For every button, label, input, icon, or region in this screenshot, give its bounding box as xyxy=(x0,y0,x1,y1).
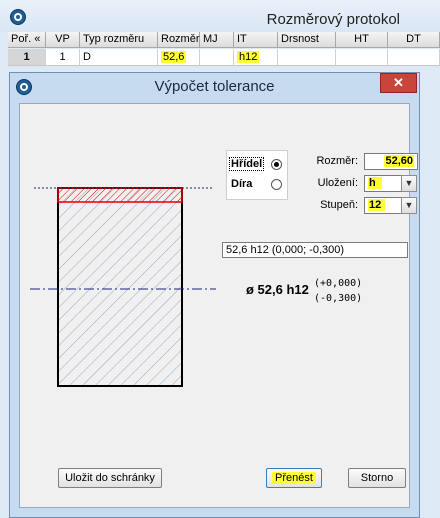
column-header-dt[interactable]: DT xyxy=(388,32,440,48)
cell-ht[interactable] xyxy=(336,49,388,66)
tolerance-drawing xyxy=(30,187,216,387)
cell-dt[interactable] xyxy=(388,49,440,66)
lower-deviation: (-0,300) xyxy=(314,293,363,304)
upper-deviation: (+0,000) xyxy=(314,278,363,289)
shaft-body xyxy=(57,187,183,387)
cell-typ-rozmeru[interactable]: D xyxy=(80,49,158,66)
transfer-button[interactable]: Přenést xyxy=(266,468,322,488)
dialog-title: Výpočet tolerance xyxy=(154,78,275,95)
main-window-titlebar: Rozměrový protokol xyxy=(0,0,440,32)
tolerance-zone xyxy=(57,187,183,203)
copy-to-clipboard-button[interactable]: Uložit do schránky xyxy=(58,468,162,488)
column-header-typ-rozmeru[interactable]: Typ rozměru xyxy=(80,32,158,48)
cell-vp[interactable]: 1 xyxy=(46,49,80,66)
column-header-rozmer[interactable]: Rozměr xyxy=(158,32,200,48)
column-header-ht[interactable]: HT xyxy=(336,32,388,48)
close-icon: ✕ xyxy=(393,75,404,90)
dialog-client-area: Hřídel Díra Rozměr: 52,60 Uložení: h ▼ S… xyxy=(19,103,418,508)
main-window-title: Rozměrový protokol xyxy=(266,11,400,28)
cancel-button[interactable]: Storno xyxy=(348,468,406,488)
transfer-button-label: Přenést xyxy=(272,472,316,484)
column-header-vp[interactable]: VP xyxy=(46,32,80,48)
close-button[interactable]: ✕ xyxy=(380,73,417,93)
cell-rozmer-value: 52,6 xyxy=(161,51,187,63)
app-logo-icon xyxy=(10,9,26,25)
cell-rozmer[interactable]: 52,6 xyxy=(158,49,200,66)
cell-mj[interactable] xyxy=(200,49,234,66)
cell-drsnost[interactable] xyxy=(278,49,336,66)
column-header-it[interactable]: IT xyxy=(234,32,278,48)
column-header-mj[interactable]: MJ xyxy=(200,32,234,48)
dialog-titlebar[interactable]: Výpočet tolerance ✕ xyxy=(10,73,419,99)
column-header-drsnost[interactable]: Drsnost xyxy=(278,32,336,48)
row-indicator[interactable]: 1 xyxy=(8,49,46,66)
dimension-label: ø 52,6 h12 xyxy=(246,282,309,297)
column-header-poradi[interactable]: Poř. « xyxy=(8,32,46,48)
tolerance-dialog: Výpočet tolerance ✕ Hřídel Díra Rozměr: … xyxy=(9,72,420,518)
cell-it[interactable]: h12 xyxy=(234,49,278,66)
cell-it-value: h12 xyxy=(237,51,260,63)
